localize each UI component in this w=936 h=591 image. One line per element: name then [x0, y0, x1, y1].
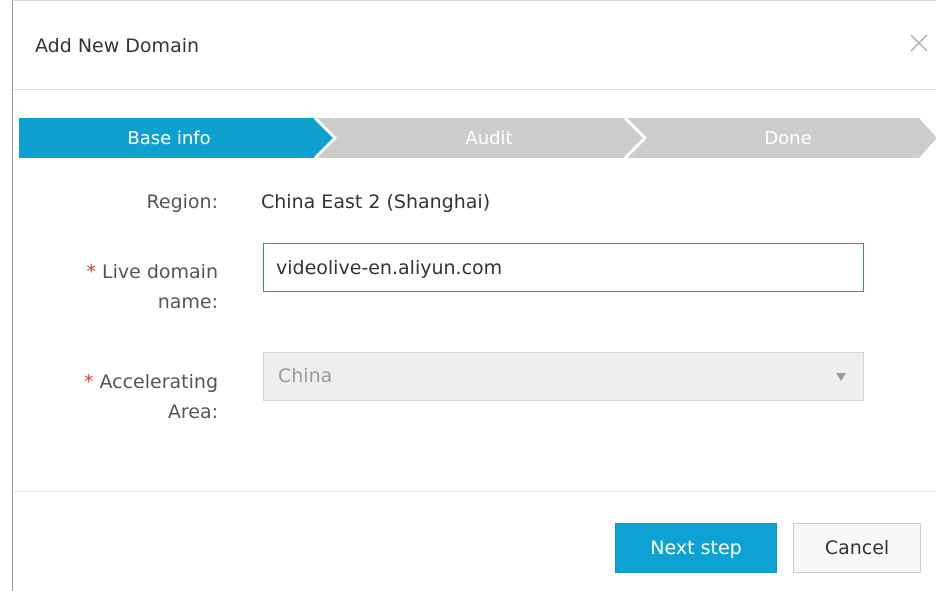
- accelerating-area-value: China: [278, 365, 333, 387]
- region-label: Region:: [146, 191, 218, 213]
- required-mark: *: [86, 261, 97, 283]
- step-done: Done: [764, 128, 812, 149]
- dialog-header: Add New Domain: [13, 1, 936, 90]
- accelerating-area-select[interactable]: China: [263, 352, 864, 401]
- next-step-button[interactable]: Next step: [615, 523, 777, 573]
- region-value: China East 2 (Shanghai): [261, 191, 491, 213]
- live-domain-input[interactable]: [263, 243, 864, 292]
- required-mark: *: [84, 371, 94, 393]
- cancel-button[interactable]: Cancel: [793, 523, 921, 573]
- close-button[interactable]: [905, 29, 933, 57]
- close-icon: [910, 34, 928, 52]
- caret-down-icon: [835, 372, 847, 382]
- live-domain-label: * Live domain name:: [86, 261, 219, 313]
- step-base-info: Base info: [127, 128, 211, 149]
- step-progress-bar: Base info Audit Done: [19, 118, 936, 158]
- add-domain-dialog: Add New Domain Base info Audit Done Regi…: [12, 0, 936, 591]
- step-audit: Audit: [465, 128, 513, 149]
- dialog-title: Add New Domain: [35, 35, 200, 57]
- accelerating-area-label: * Accelerating Area:: [84, 371, 218, 423]
- footer-divider: [13, 491, 936, 492]
